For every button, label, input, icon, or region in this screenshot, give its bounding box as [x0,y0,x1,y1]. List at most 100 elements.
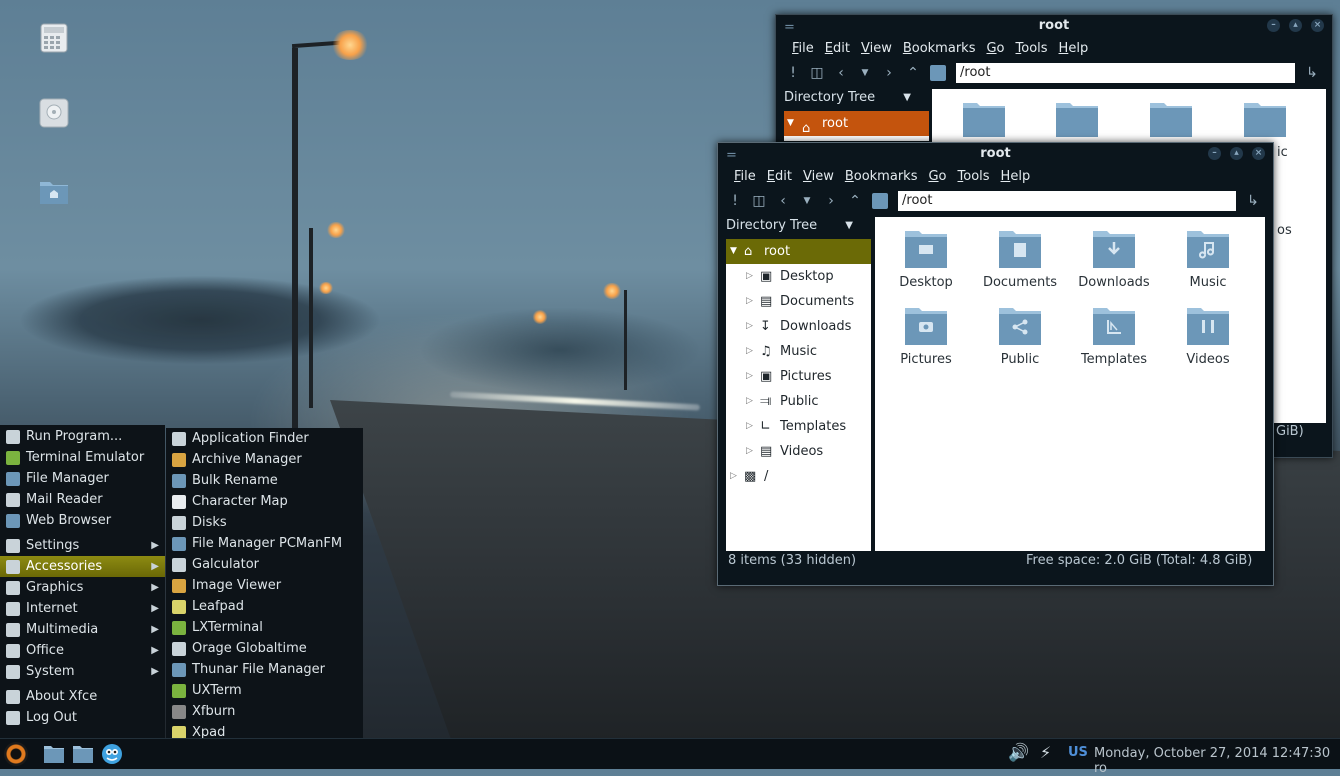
file-icon-view[interactable]: Desktop Documents Downloads Music Pictures Pu… [875,217,1265,551]
history-dropdown-icon[interactable]: ▼ [800,196,814,206]
menu-item-accessories[interactable]: Accessories ▶ [0,556,165,577]
tree-item-pictures[interactable]: ▷ ▣ Pictures [726,364,871,389]
go-icon[interactable]: ↳ [1305,65,1319,81]
up-icon[interactable]: ⌃ [848,193,862,209]
menu-help[interactable]: Help [1059,41,1089,56]
directory-tree[interactable]: ▼ ⌂ root ▷ ▣ Desktop ▷ ▤ Documents ▷ ↧ Downloads ▷ ♫ M… [726,239,871,551]
home-icon[interactable] [930,65,946,81]
folder-launcher-icon[interactable] [43,743,65,765]
tree-item-music[interactable]: ▷ ♫ Music [726,339,871,364]
expander-icon[interactable]: ▼ [730,239,737,264]
applications-menu-icon[interactable] [4,742,28,766]
sidebar-dropdown-icon[interactable]: ▼ [903,87,911,109]
menu-file[interactable]: File [734,169,756,184]
tree-item-public[interactable]: ▷ ⫥ Public [726,389,871,414]
menu-item-system[interactable]: System ▶ [0,661,165,682]
menu-view[interactable]: View [803,169,834,184]
tree-item-desktop[interactable]: ▷ ▣ Desktop [726,264,871,289]
menu-item-application-finder[interactable]: Application Finder [166,428,363,449]
menu-item-about-xfce[interactable]: About Xfce [0,686,165,707]
menu-item-orage-globaltime[interactable]: Orage Globaltime [166,638,363,659]
calculator-desktop-icon[interactable] [38,22,70,54]
menu-item-image-viewer[interactable]: Image Viewer [166,575,363,596]
menu-go[interactable]: Go [986,41,1004,56]
sidebar-header[interactable]: Directory Tree ▼ [718,215,861,237]
menu-file[interactable]: File [792,41,814,56]
window-titlebar[interactable]: = root – ▴ × [776,15,1332,37]
sidebar-dropdown-icon[interactable]: ▼ [845,215,853,237]
menu-item-thunar-file-manager[interactable]: Thunar File Manager [166,659,363,680]
menu-item-xfburn[interactable]: Xfburn [166,701,363,722]
drive-desktop-icon[interactable] [38,97,70,129]
close-icon[interactable]: × [1311,19,1324,32]
expander-icon[interactable]: ▷ [746,314,753,339]
menu-item-internet[interactable]: Internet ▶ [0,598,165,619]
menu-item-settings[interactable]: Settings ▶ [0,535,165,556]
menu-edit[interactable]: Edit [767,169,792,184]
window-menu-icon[interactable]: = [784,17,795,39]
file-item-public[interactable]: Public [973,304,1067,367]
go-icon[interactable]: ↳ [1246,193,1260,209]
menu-item-terminal-emulator[interactable]: Terminal Emulator [0,447,165,468]
expander-icon[interactable]: ▷ [746,414,753,439]
back-icon[interactable]: ‹ [776,193,790,209]
tree-item-templates[interactable]: ▷ ∟ Templates [726,414,871,439]
file-item-documents[interactable]: Documents [973,227,1067,290]
sidebar-header[interactable]: Directory Tree ▼ [776,87,919,109]
expander-icon[interactable]: ▷ [746,439,753,464]
menu-item-archive-manager[interactable]: Archive Manager [166,449,363,470]
forward-icon[interactable]: › [882,65,896,81]
file-item-desktop[interactable]: Desktop [879,227,973,290]
back-icon[interactable]: ‹ [834,65,848,81]
file-item-pictures[interactable]: Pictures [879,304,973,367]
menu-item-leafpad[interactable]: Leafpad [166,596,363,617]
menu-item-multimedia[interactable]: Multimedia ▶ [0,619,165,640]
new-tab-icon[interactable]: ◫ [810,65,824,81]
menu-item-disks[interactable]: Disks [166,512,363,533]
new-tab-icon[interactable]: ◫ [752,193,766,209]
expander-icon[interactable]: ▷ [746,389,753,414]
menu-item-file-manager-pcmanfm[interactable]: File Manager PCManFM [166,533,363,554]
menu-item-office[interactable]: Office ▶ [0,640,165,661]
maximize-icon[interactable]: ▴ [1230,147,1243,160]
menu-tools[interactable]: Tools [958,169,990,184]
menu-help[interactable]: Help [1001,169,1031,184]
window-menu-icon[interactable]: = [726,145,737,167]
tree-item-videos[interactable]: ▷ ▤ Videos [726,439,871,464]
menu-item-bulk-rename[interactable]: Bulk Rename [166,470,363,491]
menu-item-uxterm[interactable]: UXTerm [166,680,363,701]
file-manager-window[interactable]: = root – ▴ × File Edit View Bookmarks Go… [717,142,1274,586]
menu-edit[interactable]: Edit [825,41,850,56]
history-dropdown-icon[interactable]: ▼ [858,68,872,78]
menu-item-mail-reader[interactable]: Mail Reader [0,489,165,510]
home-folder-desktop-icon[interactable] [38,176,70,208]
forward-icon[interactable]: › [824,193,838,209]
path-input[interactable]: /root [898,191,1236,211]
tree-item-documents[interactable]: ▷ ▤ Documents [726,289,871,314]
directory-tree[interactable]: ▼ ⌂ root [784,111,929,141]
menu-bookmarks[interactable]: Bookmarks [845,169,918,184]
browser-launcher-icon[interactable] [101,743,123,765]
tree-item-root[interactable]: ▼ ⌂ root [726,239,871,264]
power-icon[interactable]: ⚡ [1040,743,1051,762]
menu-item-file-manager[interactable]: File Manager [0,468,165,489]
maximize-icon[interactable]: ▴ [1289,19,1302,32]
file-item-templates[interactable]: Templates [1067,304,1161,367]
menu-item-lxterminal[interactable]: LXTerminal [166,617,363,638]
menu-go[interactable]: Go [928,169,946,184]
expander-icon[interactable]: ▷ [746,339,753,364]
expander-icon[interactable]: ▷ [746,289,753,314]
minimize-icon[interactable]: – [1267,19,1280,32]
clock[interactable]: Monday, October 27, 2014 12:47:30 ro [1094,746,1340,776]
up-icon[interactable]: ⌃ [906,65,920,81]
window-titlebar[interactable]: = root – ▴ × [718,143,1273,165]
expander-icon[interactable]: ▷ [730,464,737,489]
accessories-submenu[interactable]: Application Finder Archive Manager Bulk Re… [166,428,363,768]
tree-item-filesystem-root[interactable]: ▷ ▩ / [726,464,871,489]
tree-item-downloads[interactable]: ▷ ↧ Downloads [726,314,871,339]
expander-icon[interactable]: ▷ [746,264,753,289]
menu-item-character-map[interactable]: Character Map [166,491,363,512]
minimize-icon[interactable]: – [1208,147,1221,160]
file-item-videos[interactable]: Videos [1161,304,1255,367]
menu-item-run-program[interactable]: Run Program... [0,426,165,447]
